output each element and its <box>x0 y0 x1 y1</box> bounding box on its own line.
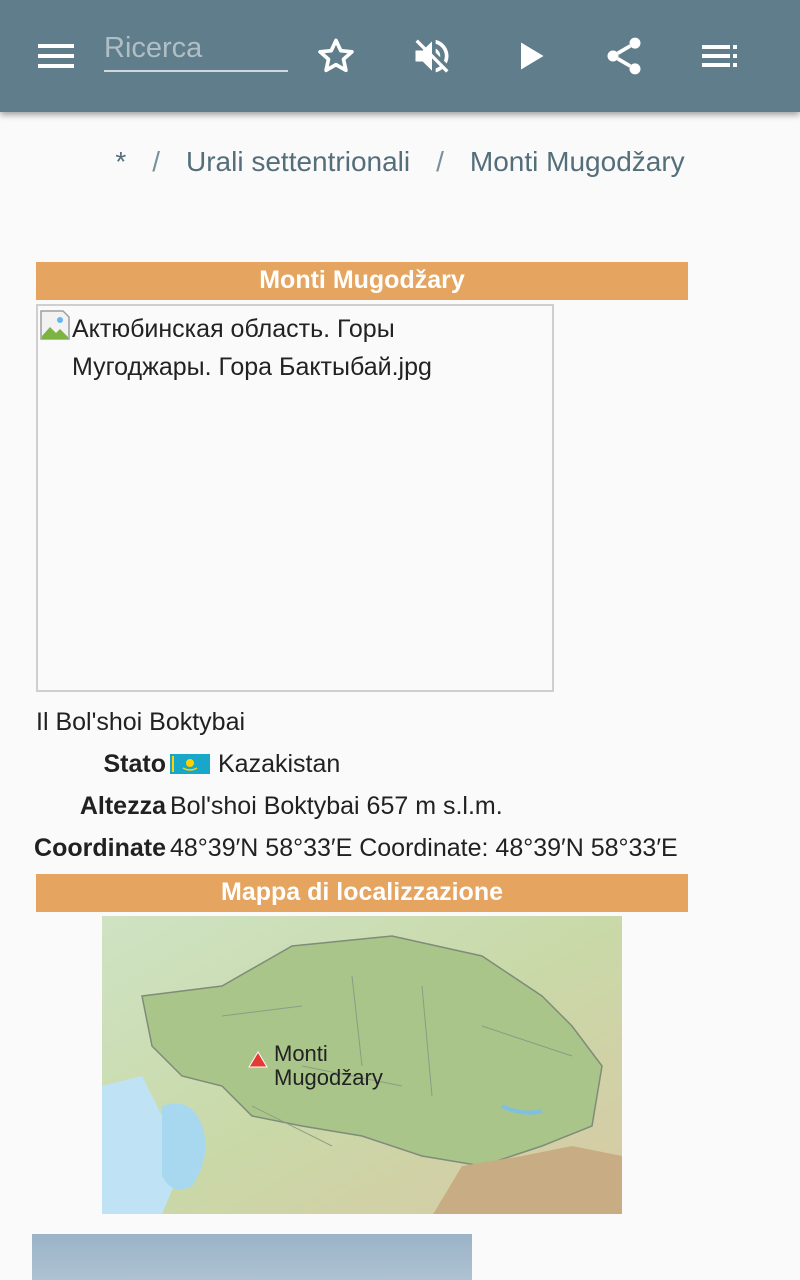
share-icon[interactable] <box>596 28 652 84</box>
breadcrumb-item-parent[interactable]: Urali settentrionali <box>186 146 410 178</box>
row-value: Kazakistan <box>170 750 340 779</box>
infobox-image[interactable]: Актюбинская область. Горы Мугоджары. Гор… <box>36 304 554 692</box>
country-link[interactable]: Kazakistan <box>218 750 340 778</box>
play-icon[interactable] <box>502 28 558 84</box>
infobox-row-coordinate: Coordinate 48°39′N 58°33′E Coordinate: 4… <box>34 834 736 874</box>
broken-image-icon <box>40 310 70 340</box>
coordinates-link[interactable]: 48°39′N 58°33′E Coordinate: 48°39′N 58°3… <box>170 834 678 863</box>
image-alt-text: Актюбинская область. Горы Мугоджары. Гор… <box>72 315 432 381</box>
app-bar <box>0 0 800 112</box>
volume-off-icon[interactable] <box>404 28 460 84</box>
kazakhstan-flag-icon[interactable] <box>170 754 210 774</box>
infobox-row-stato: Stato Kazakistan <box>36 750 736 790</box>
image-caption: Il Bol'shoi Boktybai <box>36 708 246 736</box>
breadcrumb-item-root[interactable]: * <box>115 146 126 178</box>
row-label: Altezza <box>79 792 166 820</box>
infobox-title: Monti Mugodžary <box>36 262 688 300</box>
search-field-container <box>104 26 288 82</box>
map-marker-label: Monti Mugodžary <box>274 1042 383 1090</box>
row-label: Stato <box>103 750 167 778</box>
playlist-icon[interactable] <box>692 28 748 84</box>
location-map[interactable]: Monti Mugodžary <box>102 916 622 1214</box>
star-icon[interactable] <box>308 28 364 84</box>
breadcrumb-item-current[interactable]: Monti Mugodžary <box>470 146 685 178</box>
breadcrumb-separator: / <box>436 146 444 177</box>
next-image[interactable] <box>32 1234 472 1280</box>
row-value: Bol'shoi Boktybai 657 m s.l.m. <box>170 792 503 820</box>
map-header: Mappa di localizzazione <box>36 874 688 912</box>
menu-icon[interactable] <box>28 28 84 84</box>
row-label: Coordinate <box>34 834 166 862</box>
infobox-row-altezza: Altezza Bol'shoi Boktybai 657 m s.l.m. <box>36 792 736 832</box>
breadcrumb-separator: / <box>152 146 161 177</box>
map-label-line2: Mugodžary <box>274 1065 383 1090</box>
map-label-line1: Monti <box>274 1041 328 1066</box>
breadcrumb: * / Urali settentrionali / Monti Mugodžary <box>0 146 800 178</box>
search-input[interactable] <box>104 26 288 72</box>
